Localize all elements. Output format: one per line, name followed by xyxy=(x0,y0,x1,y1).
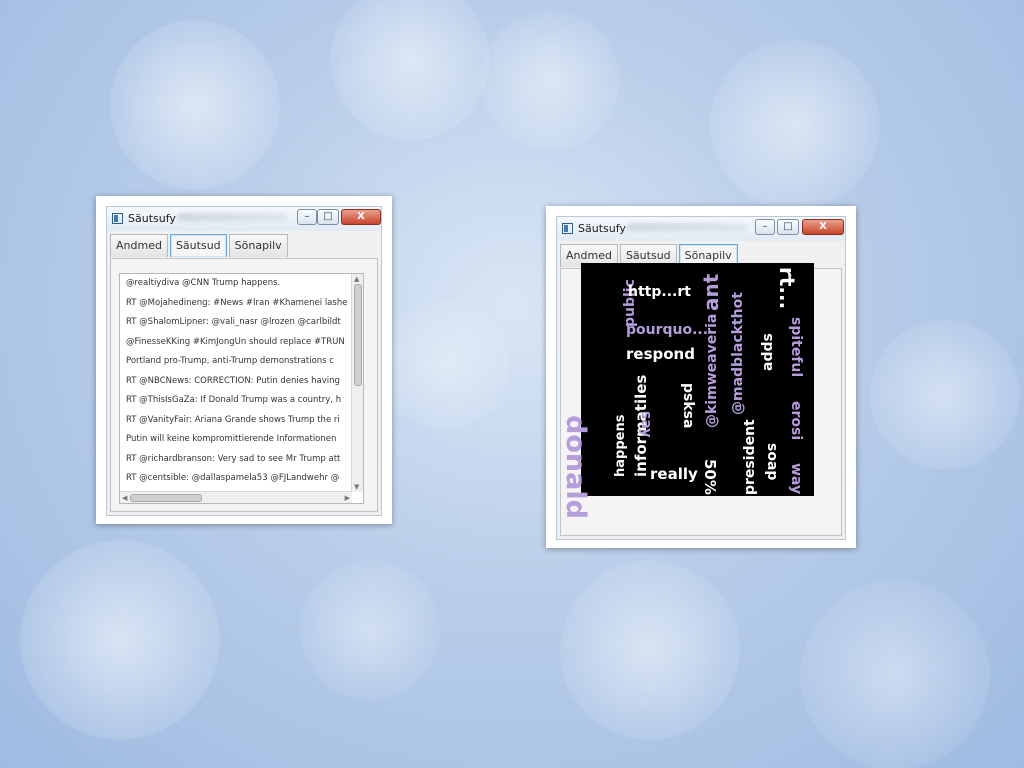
list-item[interactable]: @FinesseKKing #KimJongUn should replace … xyxy=(120,333,354,353)
cloud-word: donald xyxy=(560,415,591,519)
list-item[interactable]: Putin will keine kompromittierende Infor… xyxy=(120,430,354,450)
cloud-word: say xyxy=(638,411,654,438)
word-cloud: donald happens public informatiles http.… xyxy=(560,263,814,519)
background-bokeh xyxy=(800,580,990,768)
cloud-word: 50% xyxy=(701,459,719,495)
cloud-word: http...rt xyxy=(628,284,691,300)
list-item[interactable]: RT @VanityFair: Ariana Grande shows Trum… xyxy=(120,411,354,431)
list-item[interactable]: RT @NBCNews: CORRECTION: Putin denies ha… xyxy=(120,372,354,392)
window-frame: Säutsufy – □ X Andmed Säutsud Sõnapilv @… xyxy=(106,206,382,516)
scroll-down-icon[interactable]: ▼ xyxy=(354,483,359,491)
background-bokeh xyxy=(560,560,740,740)
cloud-word: really xyxy=(650,465,698,483)
cloud-word: happens xyxy=(613,414,628,477)
list-item[interactable]: RT @centsible: @dallaspamela53 @FJLandwe… xyxy=(120,469,354,489)
minimize-button[interactable]: – xyxy=(755,219,775,235)
cloud-word: pourquo... xyxy=(626,322,709,338)
vertical-scrollbar[interactable]: ▲ ▼ xyxy=(351,274,363,492)
horizontal-scroll-thumb[interactable] xyxy=(130,494,202,502)
maximize-button[interactable]: □ xyxy=(777,219,799,235)
background-bokeh xyxy=(330,0,490,140)
horizontal-scrollbar[interactable]: ◀ ▶ xyxy=(120,491,352,503)
app-window-wordcloud: Säutsufy – □ X Andmed Säutsud Sõnapilv d… xyxy=(546,206,856,548)
tab-sonapilv[interactable]: Sõnapilv xyxy=(228,234,288,257)
titlebar[interactable]: Säutsufy – □ X xyxy=(107,207,381,231)
tab-content-wordcloud: donald happens public informatiles http.… xyxy=(560,263,842,536)
list-item[interactable]: Portland pro-Trump, anti-Trump demonstra… xyxy=(120,352,354,372)
cloud-word: respond xyxy=(626,345,695,363)
blurred-title-text xyxy=(627,223,747,231)
cloud-word: erosi xyxy=(788,401,804,441)
cloud-word: soap xyxy=(764,443,780,481)
background-bokeh xyxy=(20,540,220,740)
background-bokeh xyxy=(300,560,440,700)
cloud-word: president xyxy=(742,419,758,495)
blurred-title-text xyxy=(177,213,287,221)
cloud-word: ant xyxy=(699,273,723,311)
titlebar[interactable]: Säutsufy – □ X xyxy=(557,217,845,241)
list-item[interactable]: RT @richardbranson: Very sad to see Mr T… xyxy=(120,450,354,470)
background-bokeh xyxy=(110,20,280,190)
maximize-button[interactable]: □ xyxy=(317,209,339,225)
window-frame: Säutsufy – □ X Andmed Säutsud Sõnapilv d… xyxy=(556,216,846,540)
app-icon xyxy=(112,213,123,224)
tab-bar: Andmed Säutsud Sõnapilv xyxy=(110,234,290,258)
scroll-right-icon[interactable]: ▶ xyxy=(345,494,350,502)
background-bokeh xyxy=(480,10,620,150)
tweet-list[interactable]: @realtiydiva @CNN Trump happens. RT @Moj… xyxy=(119,273,364,504)
background-bokeh xyxy=(380,300,510,430)
background-bokeh xyxy=(710,40,880,210)
scroll-up-icon[interactable]: ▲ xyxy=(354,275,359,283)
cloud-word: @kimweaveria xyxy=(704,313,720,428)
window-title: Säutsufy xyxy=(578,222,626,235)
cloud-word: rt... xyxy=(775,267,799,310)
cloud-word: way xyxy=(788,463,804,495)
cloud-word: @madblackthot xyxy=(730,292,746,415)
background-bokeh xyxy=(870,320,1020,470)
app-window-tweets: Säutsufy – □ X Andmed Säutsud Sõnapilv @… xyxy=(96,196,392,524)
scroll-left-icon[interactable]: ◀ xyxy=(122,494,127,502)
vertical-scroll-thumb[interactable] xyxy=(354,284,362,386)
close-button[interactable]: X xyxy=(341,209,381,225)
list-item[interactable]: RT @ShalomLipner: @vali_nasr @lrozen @ca… xyxy=(120,313,354,333)
tab-content-tweets: @realtiydiva @CNN Trump happens. RT @Moj… xyxy=(110,258,378,512)
tab-andmed[interactable]: Andmed xyxy=(110,234,168,257)
cloud-word: psksa xyxy=(680,383,696,429)
close-button[interactable]: X xyxy=(802,219,844,235)
cloud-word: spiteful xyxy=(788,317,804,378)
cloud-word: adds xyxy=(760,333,776,371)
tab-sautsud[interactable]: Säutsud xyxy=(169,234,227,257)
list-item[interactable]: @realtiydiva @CNN Trump happens. xyxy=(120,274,354,294)
window-title: Säutsufy xyxy=(128,212,176,225)
list-item[interactable]: RT @Mojahedineng: #News #Iran #Khamenei … xyxy=(120,294,354,314)
app-icon xyxy=(562,223,573,234)
list-item[interactable]: RT @ThisIsGaZa: If Donald Trump was a co… xyxy=(120,391,354,411)
minimize-button[interactable]: – xyxy=(297,209,317,225)
